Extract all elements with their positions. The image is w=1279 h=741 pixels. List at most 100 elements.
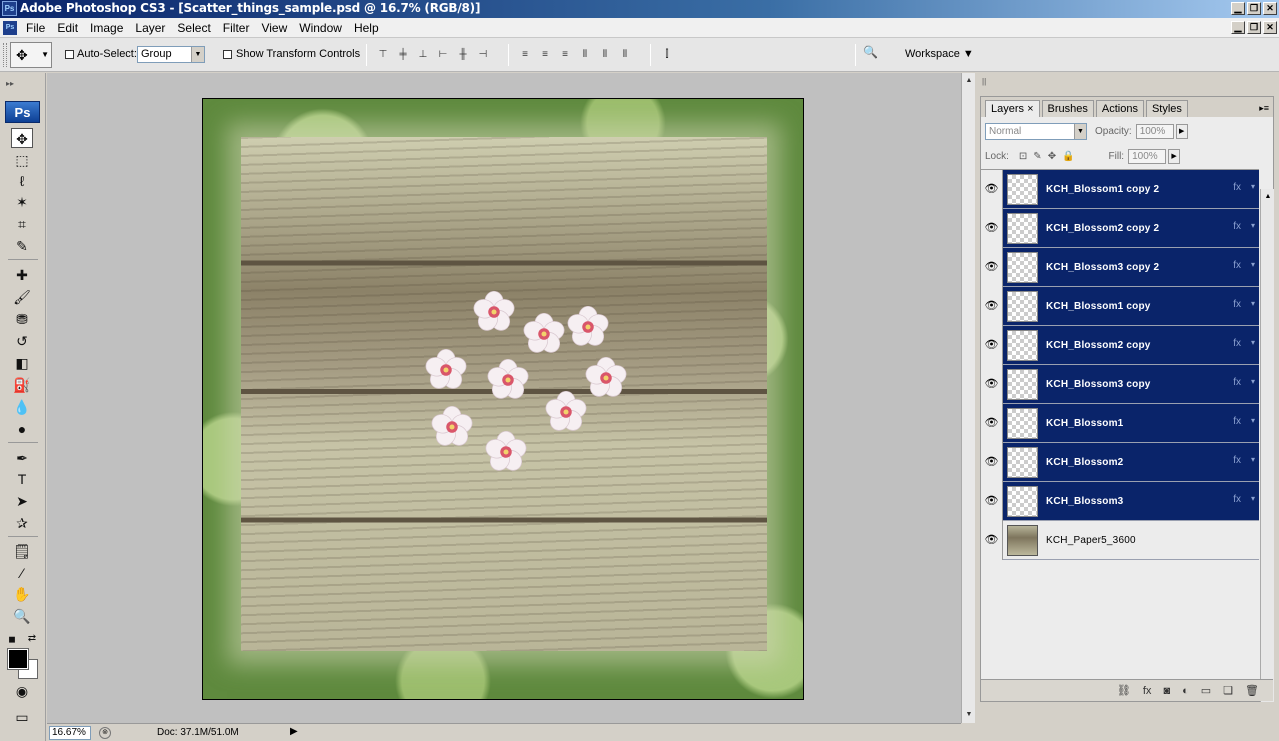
blur-tool-icon[interactable]: 💧: [11, 397, 33, 417]
tab-styles[interactable]: Styles: [1145, 100, 1188, 117]
notes-tool-icon[interactable]: 🗒: [11, 541, 33, 561]
eye-icon[interactable]: 👁: [981, 208, 1003, 248]
layer-row[interactable]: 👁 KCH_Blossom2 copy 2 fx ▾: [981, 208, 1259, 248]
layer-effects-icon[interactable]: fx: [1233, 416, 1241, 427]
lock-position-icon[interactable]: ✥: [1048, 151, 1056, 162]
marquee-tool-icon[interactable]: ⬚: [11, 150, 33, 170]
eye-icon[interactable]: 👁: [981, 481, 1003, 521]
menu-window[interactable]: Window: [293, 20, 348, 36]
eraser-tool-icon[interactable]: ◧: [11, 353, 33, 373]
fill-slider-arrow-icon[interactable]: ▶: [1168, 149, 1181, 164]
document-icon[interactable]: Ps: [3, 21, 17, 35]
scroll-down-icon[interactable]: ▼: [963, 709, 975, 721]
crop-tool-icon[interactable]: ⌗: [11, 214, 33, 234]
swap-colors-icon[interactable]: ⇄: [26, 629, 38, 649]
layer-row[interactable]: 👁 KCH_Blossom2 fx ▾: [981, 442, 1259, 482]
distribute-bottom-icon[interactable]: ≡: [558, 48, 572, 61]
layer-row[interactable]: 👁 KCH_Blossom1 copy fx ▾: [981, 286, 1259, 326]
eye-icon[interactable]: 👁: [981, 442, 1003, 482]
blend-mode-select[interactable]: Normal ▼: [985, 123, 1087, 140]
distribute-hcenter-icon[interactable]: ⦀: [598, 48, 612, 61]
layer-effects-icon[interactable]: fx: [1233, 221, 1241, 232]
layer-row[interactable]: 👁 KCH_Blossom1 fx ▾: [981, 403, 1259, 443]
layer-row[interactable]: 👁 KCH_Blossom3 copy 2 fx ▾: [981, 247, 1259, 287]
link-layers-icon[interactable]: ⛓: [1117, 684, 1131, 697]
paint-bucket-tool-icon[interactable]: ⛽: [11, 375, 33, 395]
distribute-vcenter-icon[interactable]: ≡: [538, 48, 552, 61]
screen-mode-icon[interactable]: ▭: [11, 707, 33, 727]
chevron-down-icon[interactable]: ▾: [1251, 338, 1255, 347]
shape-tool-icon[interactable]: ✰: [11, 513, 33, 533]
brush-tool-icon[interactable]: 🖌: [11, 287, 33, 307]
scroll-up-icon[interactable]: ▲: [1262, 191, 1274, 203]
eye-icon[interactable]: 👁: [981, 403, 1003, 443]
zoom-icon[interactable]: ⊚: [99, 727, 111, 739]
clone-stamp-tool-icon[interactable]: ⛃: [11, 309, 33, 329]
menu-help[interactable]: Help: [348, 20, 385, 36]
align-bottom-icon[interactable]: ⊥: [416, 48, 430, 61]
move-tool-icon[interactable]: ✥: [11, 128, 33, 148]
menu-filter[interactable]: Filter: [217, 20, 256, 36]
lock-pixels-icon[interactable]: ✎: [1033, 151, 1041, 162]
dock-grip[interactable]: ||: [982, 77, 986, 86]
tool-preset-picker[interactable]: ✥ ▼: [10, 42, 52, 68]
chevron-down-icon[interactable]: ▾: [1251, 416, 1255, 425]
align-vcenter-icon[interactable]: ╪: [396, 48, 410, 61]
layer-effects-icon[interactable]: fx: [1233, 455, 1241, 466]
doc-close-button[interactable]: ✕: [1263, 21, 1277, 34]
layer-style-icon[interactable]: fx: [1143, 685, 1152, 697]
workspace-menu[interactable]: Workspace ▼: [905, 48, 974, 60]
canvas-area[interactable]: [47, 73, 961, 723]
lock-transparency-icon[interactable]: ⊡: [1019, 151, 1027, 162]
chevron-down-icon[interactable]: ▾: [1251, 221, 1255, 230]
chevron-down-icon[interactable]: ▾: [1251, 182, 1255, 191]
path-selection-tool-icon[interactable]: ➤: [11, 491, 33, 511]
eyedropper-tool-icon[interactable]: ⁄: [11, 563, 33, 583]
lock-all-icon[interactable]: 🔒: [1062, 151, 1074, 162]
opacity-field[interactable]: 100%: [1135, 124, 1174, 139]
slice-tool-icon[interactable]: ✎: [11, 236, 33, 256]
dodge-tool-icon[interactable]: ●: [11, 419, 33, 439]
menu-image[interactable]: Image: [84, 20, 129, 36]
restore-button[interactable]: ❐: [1247, 2, 1261, 15]
chevron-down-icon[interactable]: ▾: [1251, 455, 1255, 464]
align-right-icon[interactable]: ⊣: [476, 48, 490, 61]
menu-edit[interactable]: Edit: [51, 20, 84, 36]
layers-scrollbar[interactable]: ▲ ▼: [1260, 189, 1274, 702]
magic-wand-tool-icon[interactable]: ✶: [11, 192, 33, 212]
tab-brushes[interactable]: Brushes: [1041, 100, 1094, 117]
layer-row[interactable]: 👁 KCH_Blossom3 copy fx ▾: [981, 364, 1259, 404]
distribute-right-icon[interactable]: ⦀: [618, 48, 632, 61]
hand-tool-icon[interactable]: ✋: [11, 584, 33, 604]
close-icon[interactable]: ×: [1027, 103, 1033, 115]
layer-effects-icon[interactable]: fx: [1233, 494, 1241, 505]
auto-align-icon[interactable]: ⫿: [660, 48, 674, 61]
lasso-tool-icon[interactable]: ℓ: [11, 171, 33, 191]
eye-icon[interactable]: 👁: [981, 364, 1003, 404]
align-left-icon[interactable]: ⊢: [436, 48, 450, 61]
layer-effects-icon[interactable]: fx: [1233, 377, 1241, 388]
collapse-icon[interactable]: ▸▸: [6, 79, 14, 88]
delete-layer-icon[interactable]: 🗑: [1245, 684, 1259, 697]
healing-brush-tool-icon[interactable]: ✚: [11, 265, 33, 285]
eye-icon[interactable]: 👁: [981, 286, 1003, 326]
eye-icon[interactable]: 👁: [981, 247, 1003, 287]
close-button[interactable]: ✕: [1263, 2, 1277, 15]
layer-row[interactable]: 👁 KCH_Blossom3 fx ▾: [981, 481, 1259, 521]
align-top-icon[interactable]: ⊤: [376, 48, 390, 61]
layer-row[interactable]: 👁 KCH_Blossom2 copy fx ▾: [981, 325, 1259, 365]
bridge-icon[interactable]: 🔍: [863, 45, 887, 65]
eye-icon[interactable]: 👁: [981, 325, 1003, 365]
doc-minimize-button[interactable]: ▁: [1231, 21, 1245, 34]
menu-select[interactable]: Select: [171, 20, 216, 36]
add-mask-icon[interactable]: ◙: [1163, 685, 1170, 697]
distribute-top-icon[interactable]: ≡: [518, 48, 532, 61]
chevron-down-icon[interactable]: ▾: [1251, 299, 1255, 308]
opacity-slider-arrow-icon[interactable]: ▶: [1175, 124, 1188, 139]
minimize-button[interactable]: ▁: [1231, 2, 1245, 15]
document-canvas[interactable]: [202, 98, 804, 700]
menu-layer[interactable]: Layer: [129, 20, 171, 36]
layer-row[interactable]: 👁 KCH_Blossom1 copy 2 fx ▾: [981, 170, 1259, 209]
status-menu-arrow-icon[interactable]: ▶: [290, 726, 298, 737]
quick-mask-icon[interactable]: ◉: [11, 681, 33, 701]
